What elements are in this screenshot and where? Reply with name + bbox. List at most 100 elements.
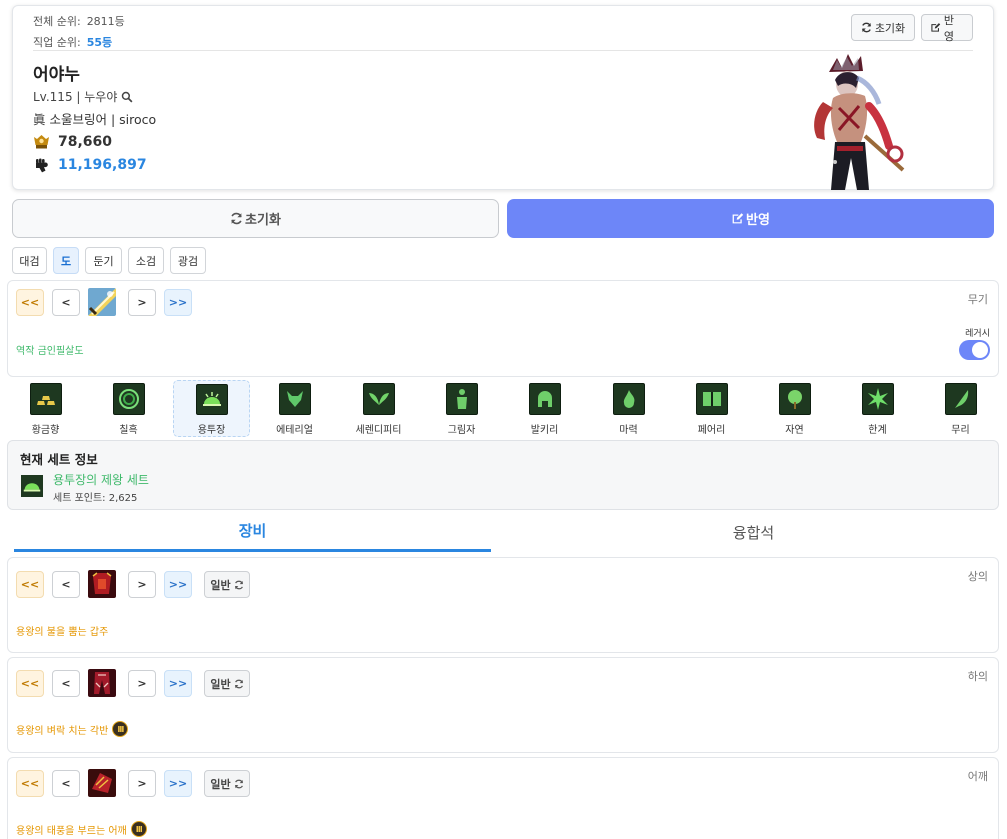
grade-toggle-button[interactable]: 일반: [204, 670, 250, 697]
set-item-label: 황금향: [31, 425, 60, 436]
equip-last-button[interactable]: >>: [164, 770, 192, 797]
equip-first-button[interactable]: <<: [16, 571, 44, 598]
set-item-limit[interactable]: 한계: [839, 380, 916, 437]
edit-icon: [732, 213, 744, 224]
grade-label: 일반: [210, 578, 231, 592]
set-item-golden[interactable]: 황금향: [7, 380, 84, 437]
equip-prev-button[interactable]: <: [52, 571, 80, 598]
job-rank-value: 55등: [86, 36, 113, 49]
set-item-ethereal[interactable]: 에테리얼: [256, 380, 333, 437]
armor-shoulder-icon[interactable]: [88, 769, 116, 797]
slot-label: 하의: [967, 670, 988, 683]
apply-button-label: 반영: [746, 213, 770, 228]
profile-reset-button[interactable]: 초기화: [851, 14, 915, 41]
weapon-slot-label: 무기: [967, 293, 988, 306]
reset-button-label: 초기화: [245, 213, 281, 228]
figure-icon: [445, 383, 478, 415]
refresh-icon: [234, 779, 243, 788]
search-icon[interactable]: [121, 91, 133, 103]
fame-value: 78,660: [58, 134, 113, 150]
weapon-item-name: 역작 금인필살도: [16, 346, 84, 357]
tier-badge: III: [112, 721, 129, 737]
set-item-label: 용투장: [197, 425, 226, 436]
set-item-label: 세렌디피티: [355, 425, 402, 436]
helmet-icon: [528, 383, 561, 415]
slot-label: 상의: [967, 570, 988, 583]
weapon-first-button[interactable]: <<: [16, 289, 44, 316]
set-item-dragon-arena[interactable]: 용투장: [173, 380, 250, 437]
dragon-dome-icon: [195, 384, 228, 415]
gold-bars-icon: [29, 383, 62, 415]
job-rank-label: 직업 순위:: [33, 36, 81, 49]
equip-slot-shoulder: << < > >> 일반 어깨 용왕의 태풍을 부르는 어깨 III: [7, 757, 999, 839]
equip-slot-top: << < > >> 일반 상의 용왕의 불을 뿜는 갑주: [7, 557, 999, 653]
armor-pants-icon[interactable]: [88, 669, 116, 697]
set-item-label: 칠흑: [119, 425, 138, 436]
profile-apply-button[interactable]: 반영: [921, 13, 973, 43]
total-rank-label: 전체 순위:: [33, 15, 81, 28]
equip-item-name: 용왕의 불을 뿜는 갑주: [16, 623, 108, 638]
equip-item-name-text: 용왕의 태풍을 부르는 어깨: [16, 825, 127, 837]
grade-toggle-button[interactable]: 일반: [204, 770, 250, 797]
profile-reset-label: 초기화: [874, 21, 906, 35]
reset-button[interactable]: 초기화: [12, 199, 499, 238]
weapon-tab-club[interactable]: 둔기: [85, 247, 122, 274]
weapon-tab-katana[interactable]: 도: [53, 247, 79, 274]
set-item-label: 무리: [951, 425, 970, 436]
equip-next-button[interactable]: >: [128, 571, 156, 598]
character-level: Lv.115 | 누우야: [33, 90, 118, 104]
apply-button[interactable]: 반영: [507, 199, 994, 238]
equip-next-button[interactable]: >: [128, 670, 156, 697]
set-item-label: 한계: [868, 425, 887, 436]
equip-next-button[interactable]: >: [128, 770, 156, 797]
weapon-prev-button[interactable]: <: [52, 289, 80, 316]
grade-label: 일반: [210, 777, 231, 791]
set-item-valkyrie[interactable]: 발키리: [506, 380, 583, 437]
combat-power-row: 11,196,897: [33, 157, 147, 173]
equip-prev-button[interactable]: <: [52, 670, 80, 697]
set-item-label: 자연: [785, 425, 804, 436]
weapon-next-button[interactable]: >: [128, 289, 156, 316]
legacy-label: 레거시: [965, 329, 990, 339]
set-item-serendipity[interactable]: 세렌디피티: [340, 380, 417, 437]
equip-item-name: 용왕의 태풍을 부르는 어깨 III: [16, 821, 147, 837]
set-item-label: 그림자: [447, 425, 476, 436]
set-item-nature[interactable]: 자연: [756, 380, 833, 437]
weapon-item-icon[interactable]: [88, 288, 116, 316]
set-info-panel: 현재 세트 정보 용투장의 제왕 세트 세트 포인트: 2,625: [7, 440, 999, 510]
equip-first-button[interactable]: <<: [16, 670, 44, 697]
fox-icon: [278, 383, 311, 415]
tier-badge: III: [130, 821, 147, 837]
set-item-jetblack[interactable]: 칠흑: [90, 380, 167, 437]
set-info-points: 세트 포인트: 2,625: [53, 493, 138, 504]
total-rank-row: 전체 순위: 2811등: [33, 13, 125, 29]
tab-fusion-stone[interactable]: 융합석: [515, 512, 992, 552]
set-info-name[interactable]: 용투장의 제왕 세트: [53, 471, 149, 488]
legacy-toggle[interactable]: [959, 340, 990, 360]
equip-last-button[interactable]: >>: [164, 670, 192, 697]
tab-equipment[interactable]: 장비: [14, 512, 491, 552]
set-item-herd[interactable]: 무리: [922, 380, 999, 437]
fame-icon: [34, 135, 49, 149]
equip-first-button[interactable]: <<: [16, 770, 44, 797]
weapon-last-button[interactable]: >>: [164, 289, 192, 316]
book-icon: [695, 383, 728, 415]
set-item-fairy[interactable]: 페어리: [673, 380, 750, 437]
set-item-label: 발키리: [530, 425, 559, 436]
refresh-icon: [234, 679, 243, 688]
weapon-tab-greatsword[interactable]: 대검: [12, 247, 47, 274]
character-name: 어야누: [33, 65, 80, 85]
armor-top-icon[interactable]: [88, 570, 116, 598]
total-rank-value: 2811등: [86, 15, 125, 28]
equip-item-name: 용왕의 벼락 치는 각반 III: [16, 721, 129, 737]
grade-toggle-button[interactable]: 일반: [204, 571, 250, 598]
weapon-tab-shortsword[interactable]: 소검: [128, 247, 164, 274]
equip-prev-button[interactable]: <: [52, 770, 80, 797]
weapon-tab-lightsabre[interactable]: 광검: [170, 247, 206, 274]
equip-last-button[interactable]: >>: [164, 571, 192, 598]
equip-item-name-text: 용왕의 벼락 치는 각반: [16, 725, 109, 737]
profile-apply-label: 반영: [943, 13, 955, 43]
set-item-magic[interactable]: 마력: [590, 380, 667, 437]
profile-card: 전체 순위: 2811등 직업 순위: 55등 초기화 반영 어야누 Lv.115 …: [12, 5, 994, 190]
set-item-shadow[interactable]: 그림자: [423, 380, 500, 437]
